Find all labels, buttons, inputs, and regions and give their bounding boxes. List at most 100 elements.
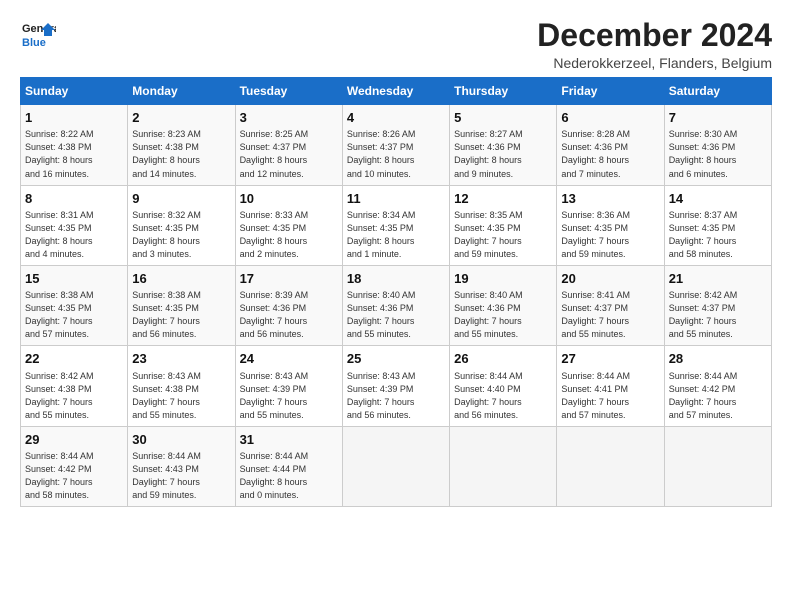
day-info: Sunrise: 8:23 AM Sunset: 4:38 PM Dayligh…	[132, 128, 230, 180]
day-number: 8	[25, 190, 123, 208]
day-info: Sunrise: 8:31 AM Sunset: 4:35 PM Dayligh…	[25, 209, 123, 261]
day-number: 16	[132, 270, 230, 288]
day-info: Sunrise: 8:34 AM Sunset: 4:35 PM Dayligh…	[347, 209, 445, 261]
day-info: Sunrise: 8:28 AM Sunset: 4:36 PM Dayligh…	[561, 128, 659, 180]
day-info: Sunrise: 8:27 AM Sunset: 4:36 PM Dayligh…	[454, 128, 552, 180]
calendar-cell: 25 Sunrise: 8:43 AM Sunset: 4:39 PM Dayli…	[342, 346, 449, 426]
logo: General Blue	[20, 18, 56, 54]
calendar-cell: 13Sunrise: 8:36 AM Sunset: 4:35 PM Dayli…	[557, 185, 664, 265]
header: General Blue December 2024 Nederokkerzee…	[20, 18, 772, 71]
calendar-cell: 21Sunrise: 8:42 AM Sunset: 4:37 PM Dayli…	[664, 265, 771, 345]
calendar-cell: 14Sunrise: 8:37 AM Sunset: 4:35 PM Dayli…	[664, 185, 771, 265]
day-info: Sunrise: 8:44 AM Sunset: 4:40 PM Dayligh…	[454, 370, 552, 422]
day-number: 27	[561, 350, 659, 368]
calendar-cell	[557, 426, 664, 506]
calendar-cell: 23 Sunrise: 8:43 AM Sunset: 4:38 PM Dayli…	[128, 346, 235, 426]
day-info: Sunrise: 8:43 AM Sunset: 4:38 PM Dayligh…	[132, 370, 230, 422]
subtitle: Nederokkerzeel, Flanders, Belgium	[537, 55, 772, 71]
col-header-saturday: Saturday	[664, 78, 771, 105]
day-info: Sunrise: 8:33 AM Sunset: 4:35 PM Dayligh…	[240, 209, 338, 261]
day-info: Sunrise: 8:26 AM Sunset: 4:37 PM Dayligh…	[347, 128, 445, 180]
day-number: 19	[454, 270, 552, 288]
calendar-cell	[664, 426, 771, 506]
col-header-friday: Friday	[557, 78, 664, 105]
calendar-cell: 29Sunrise: 8:44 AM Sunset: 4:42 PM Dayli…	[21, 426, 128, 506]
day-info: Sunrise: 8:36 AM Sunset: 4:35 PM Dayligh…	[561, 209, 659, 261]
day-number: 20	[561, 270, 659, 288]
day-number: 1	[25, 109, 123, 127]
day-number: 26	[454, 350, 552, 368]
day-info: Sunrise: 8:39 AM Sunset: 4:36 PM Dayligh…	[240, 289, 338, 341]
calendar-cell: 28 Sunrise: 8:44 AM Sunset: 4:42 PM Dayli…	[664, 346, 771, 426]
calendar-cell: 19Sunrise: 8:40 AM Sunset: 4:36 PM Dayli…	[450, 265, 557, 345]
day-number: 9	[132, 190, 230, 208]
day-info: Sunrise: 8:22 AM Sunset: 4:38 PM Dayligh…	[25, 128, 123, 180]
calendar-cell: 11Sunrise: 8:34 AM Sunset: 4:35 PM Dayli…	[342, 185, 449, 265]
day-number: 2	[132, 109, 230, 127]
day-number: 15	[25, 270, 123, 288]
col-header-monday: Monday	[128, 78, 235, 105]
calendar-cell: 18Sunrise: 8:40 AM Sunset: 4:36 PM Dayli…	[342, 265, 449, 345]
page: General Blue December 2024 Nederokkerzee…	[0, 0, 792, 612]
day-number: 22	[25, 350, 123, 368]
col-header-tuesday: Tuesday	[235, 78, 342, 105]
day-number: 13	[561, 190, 659, 208]
week-row-1: 1Sunrise: 8:22 AM Sunset: 4:38 PM Daylig…	[21, 105, 772, 185]
day-number: 11	[347, 190, 445, 208]
day-number: 5	[454, 109, 552, 127]
day-info: Sunrise: 8:44 AM Sunset: 4:42 PM Dayligh…	[669, 370, 767, 422]
day-info: Sunrise: 8:35 AM Sunset: 4:35 PM Dayligh…	[454, 209, 552, 261]
day-number: 14	[669, 190, 767, 208]
day-info: Sunrise: 8:38 AM Sunset: 4:35 PM Dayligh…	[132, 289, 230, 341]
col-header-sunday: Sunday	[21, 78, 128, 105]
day-number: 28	[669, 350, 767, 368]
calendar-cell: 12Sunrise: 8:35 AM Sunset: 4:35 PM Dayli…	[450, 185, 557, 265]
calendar-cell: 15Sunrise: 8:38 AM Sunset: 4:35 PM Dayli…	[21, 265, 128, 345]
day-number: 21	[669, 270, 767, 288]
calendar-cell: 30Sunrise: 8:44 AM Sunset: 4:43 PM Dayli…	[128, 426, 235, 506]
day-info: Sunrise: 8:43 AM Sunset: 4:39 PM Dayligh…	[347, 370, 445, 422]
day-info: Sunrise: 8:44 AM Sunset: 4:44 PM Dayligh…	[240, 450, 338, 502]
day-info: Sunrise: 8:43 AM Sunset: 4:39 PM Dayligh…	[240, 370, 338, 422]
calendar-cell: 27 Sunrise: 8:44 AM Sunset: 4:41 PM Dayli…	[557, 346, 664, 426]
week-row-5: 29Sunrise: 8:44 AM Sunset: 4:42 PM Dayli…	[21, 426, 772, 506]
week-row-4: 22 Sunrise: 8:42 AM Sunset: 4:38 PM Dayli…	[21, 346, 772, 426]
day-number: 23	[132, 350, 230, 368]
day-info: Sunrise: 8:42 AM Sunset: 4:37 PM Dayligh…	[669, 289, 767, 341]
calendar-cell: 9Sunrise: 8:32 AM Sunset: 4:35 PM Daylig…	[128, 185, 235, 265]
calendar-table: SundayMondayTuesdayWednesdayThursdayFrid…	[20, 77, 772, 507]
calendar-cell: 16Sunrise: 8:38 AM Sunset: 4:35 PM Dayli…	[128, 265, 235, 345]
calendar-cell	[450, 426, 557, 506]
calendar-cell: 31Sunrise: 8:44 AM Sunset: 4:44 PM Dayli…	[235, 426, 342, 506]
day-number: 25	[347, 350, 445, 368]
day-number: 6	[561, 109, 659, 127]
calendar-cell: 1Sunrise: 8:22 AM Sunset: 4:38 PM Daylig…	[21, 105, 128, 185]
col-header-wednesday: Wednesday	[342, 78, 449, 105]
week-row-2: 8Sunrise: 8:31 AM Sunset: 4:35 PM Daylig…	[21, 185, 772, 265]
week-row-3: 15Sunrise: 8:38 AM Sunset: 4:35 PM Dayli…	[21, 265, 772, 345]
header-row: SundayMondayTuesdayWednesdayThursdayFrid…	[21, 78, 772, 105]
day-number: 24	[240, 350, 338, 368]
day-number: 10	[240, 190, 338, 208]
day-info: Sunrise: 8:32 AM Sunset: 4:35 PM Dayligh…	[132, 209, 230, 261]
day-info: Sunrise: 8:40 AM Sunset: 4:36 PM Dayligh…	[347, 289, 445, 341]
calendar-cell: 5Sunrise: 8:27 AM Sunset: 4:36 PM Daylig…	[450, 105, 557, 185]
day-number: 31	[240, 431, 338, 449]
day-number: 7	[669, 109, 767, 127]
day-info: Sunrise: 8:25 AM Sunset: 4:37 PM Dayligh…	[240, 128, 338, 180]
day-info: Sunrise: 8:41 AM Sunset: 4:37 PM Dayligh…	[561, 289, 659, 341]
day-number: 17	[240, 270, 338, 288]
title-block: December 2024 Nederokkerzeel, Flanders, …	[537, 18, 772, 71]
calendar-cell: 26 Sunrise: 8:44 AM Sunset: 4:40 PM Dayli…	[450, 346, 557, 426]
calendar-cell: 20Sunrise: 8:41 AM Sunset: 4:37 PM Dayli…	[557, 265, 664, 345]
calendar-cell: 8Sunrise: 8:31 AM Sunset: 4:35 PM Daylig…	[21, 185, 128, 265]
svg-text:Blue: Blue	[22, 37, 46, 49]
calendar-cell: 2Sunrise: 8:23 AM Sunset: 4:38 PM Daylig…	[128, 105, 235, 185]
day-number: 29	[25, 431, 123, 449]
calendar-cell	[342, 426, 449, 506]
day-info: Sunrise: 8:38 AM Sunset: 4:35 PM Dayligh…	[25, 289, 123, 341]
day-info: Sunrise: 8:44 AM Sunset: 4:41 PM Dayligh…	[561, 370, 659, 422]
day-info: Sunrise: 8:42 AM Sunset: 4:38 PM Dayligh…	[25, 370, 123, 422]
calendar-cell: 7Sunrise: 8:30 AM Sunset: 4:36 PM Daylig…	[664, 105, 771, 185]
calendar-cell: 10Sunrise: 8:33 AM Sunset: 4:35 PM Dayli…	[235, 185, 342, 265]
